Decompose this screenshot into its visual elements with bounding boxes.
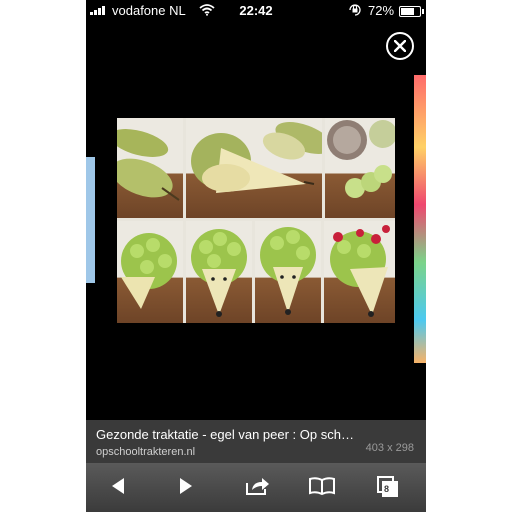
bookmarks-icon [309, 477, 335, 496]
photo-tile [117, 118, 183, 218]
battery-percent: 72% [368, 3, 395, 18]
close-button[interactable] [386, 32, 414, 60]
photo-tile [117, 221, 183, 323]
image-title[interactable]: Gezonde traktatie - egel van peer : Op s… [96, 427, 354, 442]
back-button[interactable] [108, 475, 136, 501]
photo-tile [186, 221, 252, 323]
next-image-preview[interactable] [414, 75, 426, 363]
main-image[interactable] [117, 118, 395, 323]
close-icon [394, 40, 406, 52]
tabs-button[interactable]: 8 [376, 475, 404, 501]
phone-screen: vodafone NL 22:42 72% Gezonde traktatie … [86, 0, 426, 512]
image-source-link[interactable]: opschooltrakteren.nl [96, 446, 195, 458]
previous-image-preview[interactable] [86, 157, 95, 283]
tabs-count: 8 [384, 484, 390, 494]
rotation-lock-icon [348, 3, 362, 19]
forward-arrow-icon [180, 478, 192, 494]
photo-tile [324, 221, 395, 323]
photo-tile [255, 221, 321, 323]
image-dimensions: 403 x 298 [365, 442, 414, 454]
back-arrow-icon [112, 478, 124, 494]
battery-icon [399, 6, 424, 17]
bookmarks-button[interactable] [308, 475, 336, 501]
image-caption-bar[interactable]: Gezonde traktatie - egel van peer : Op s… [86, 420, 426, 463]
share-button[interactable] [244, 475, 272, 501]
share-icon [246, 478, 269, 495]
photo-tile [325, 118, 395, 218]
forward-button[interactable] [176, 475, 204, 501]
photo-tile [186, 118, 322, 218]
browser-toolbar: 8 [86, 463, 426, 512]
status-bar: vodafone NL 22:42 72% [86, 0, 426, 22]
